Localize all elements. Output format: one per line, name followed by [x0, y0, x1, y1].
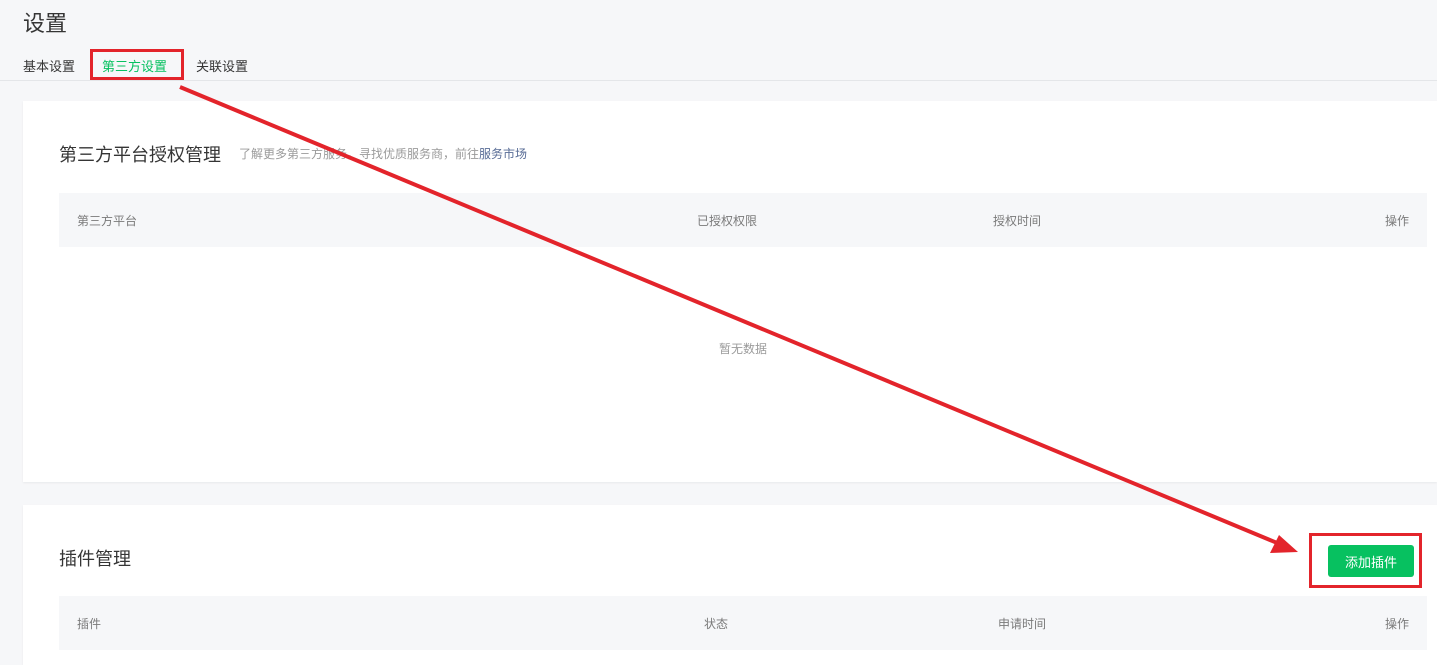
auth-desc-text: 了解更多第三方服务，寻找优质服务商，前往: [239, 147, 480, 161]
add-plugin-button[interactable]: 添加插件: [1328, 545, 1414, 577]
col-auth-time: 授权时间: [993, 214, 1042, 228]
auth-section-desc: 了解更多第三方服务，寻找优质服务商，前往服务市场: [239, 145, 527, 162]
empty-state-text: 暂无数据: [23, 340, 1437, 357]
col-auth-actions: 操作: [1384, 214, 1409, 228]
plugin-section-title: 插件管理: [59, 549, 131, 570]
tab-third-party-settings[interactable]: 第三方设置: [102, 56, 167, 75]
third-party-auth-card: 第三方平台授权管理 了解更多第三方服务，寻找优质服务商，前往服务市场 第三方平台…: [23, 101, 1437, 482]
col-status: 状态: [704, 617, 729, 631]
tab-basic-settings[interactable]: 基本设置: [23, 56, 75, 75]
col-granted-permissions: 已授权权限: [697, 214, 758, 228]
service-market-link[interactable]: 服务市场: [479, 147, 527, 161]
empty-state-label: 暂无数据: [718, 342, 767, 356]
auth-section-title: 第三方平台授权管理: [59, 145, 221, 166]
col-third-party-platform: 第三方平台: [77, 214, 138, 228]
plugin-table-header: 插件 状态 申请时间 操作: [59, 596, 1427, 650]
tab-related-settings[interactable]: 关联设置: [196, 56, 248, 75]
auth-table-header: 第三方平台 已授权权限 授权时间 操作: [59, 193, 1427, 247]
settings-tabs: 基本设置 第三方设置 关联设置: [0, 52, 1437, 81]
plugin-management-card: 插件管理 添加插件 插件 状态 申请时间 操作: [23, 505, 1437, 665]
col-apply-time: 申请时间: [998, 617, 1047, 631]
col-plugin: 插件: [77, 617, 102, 631]
page-title: 设置: [23, 12, 68, 37]
col-plugin-actions: 操作: [1384, 617, 1409, 631]
